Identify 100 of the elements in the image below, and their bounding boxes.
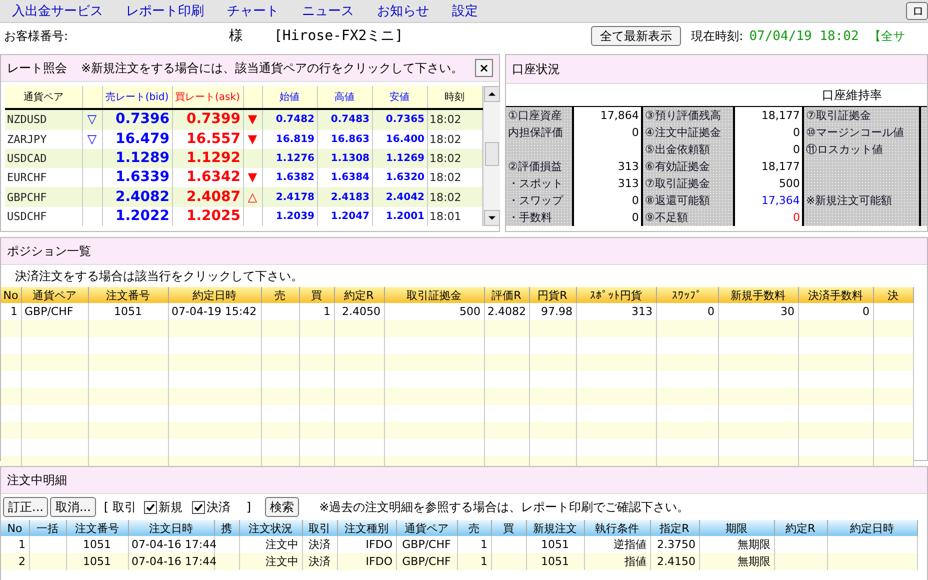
refresh-all-button[interactable]: 全て最新表示 <box>591 26 682 46</box>
scroll-down-icon[interactable] <box>484 210 500 226</box>
checkbox-label: 決済 <box>206 498 230 516</box>
pair-cell: GBPCHF <box>7 190 47 204</box>
arrow-cell: ▼ <box>248 112 258 126</box>
account-label: ※新規注文可能額 <box>806 194 892 207</box>
column-header: 売 <box>468 522 480 534</box>
column-header: ｽﾎﾟｯﾄ円貨 <box>590 288 642 302</box>
column-header: 新規手数料 <box>730 288 786 302</box>
account-value: 313 <box>618 177 639 190</box>
account-value: 313 <box>618 160 639 173</box>
table-cell: GBP/CHF <box>24 305 74 318</box>
table-cell: 1051 <box>541 538 569 551</box>
checkbox-label: 新規 <box>158 498 182 516</box>
table-cell: 07-04-16 17:44 <box>132 538 217 551</box>
column-header: 通貨ペア <box>32 288 76 302</box>
column-header: 新規注文 <box>533 522 577 534</box>
table-cell: 1 <box>480 555 488 568</box>
rate-cell: 0.7365 <box>386 114 424 126</box>
ask-cell: 1.2025 <box>186 208 240 224</box>
table-cell: IFDO <box>366 555 392 568</box>
account-value: 17,364 <box>761 194 800 207</box>
account-value: 0 <box>792 126 800 139</box>
table-cell: 1 <box>324 305 330 318</box>
table-cell: 1051 <box>114 305 142 318</box>
customer-label: お客様番号: <box>4 28 70 44</box>
section-title: ポジション一覧 <box>7 242 91 260</box>
bid-cell: 1.6339 <box>115 169 170 186</box>
table-cell: 2.3750 <box>657 538 696 551</box>
ask-cell: 2.4087 <box>186 188 240 205</box>
table-cell: 97.98 <box>541 305 572 318</box>
rate-cell: 1.1269 <box>386 153 424 164</box>
account-label: ⑨不足額 <box>644 211 688 224</box>
table-cell: 無期限 <box>738 538 770 551</box>
account-value: 18,177 <box>761 109 800 122</box>
account-value: 0 <box>632 126 639 139</box>
account-value: 17,864 <box>600 109 639 122</box>
menu-item[interactable]: お知らせ <box>377 2 429 20</box>
rate-cell: 1.1308 <box>330 153 370 164</box>
table-cell: 30 <box>780 305 794 318</box>
rate-cell: 2.4178 <box>276 192 314 203</box>
honorific-label: 様 <box>229 27 244 45</box>
rate-cell: 16.400 <box>386 134 424 145</box>
rate-cell: 1.1276 <box>276 153 314 164</box>
menu-item[interactable]: レポート印刷 <box>126 2 204 20</box>
column-header: 通貨ペア <box>23 92 64 104</box>
bid-cell: 1.2022 <box>115 208 170 224</box>
scroll-thumb[interactable] <box>484 142 498 166</box>
table-cell: 1051 <box>83 538 111 551</box>
table-cell: 無期限 <box>738 555 770 568</box>
column-header: ｽﾜｯﾌﾟ <box>672 288 702 302</box>
filter-label: [ 取引 <box>104 498 136 516</box>
time-cell: 18:01 <box>430 210 462 223</box>
rate-cell: 1.2047 <box>330 210 370 222</box>
search-button[interactable]: 検索 <box>265 497 300 517</box>
scroll-up-icon[interactable] <box>484 86 500 102</box>
table-cell: 決済 <box>308 538 330 551</box>
rate-cell: 1.2039 <box>276 210 314 222</box>
account-value: 18,177 <box>761 160 800 173</box>
menu-item[interactable]: チャート <box>227 2 279 20</box>
checkbox[interactable] <box>144 500 158 514</box>
rate-cell: 2.4042 <box>386 192 424 203</box>
column-header: 決 <box>888 288 898 302</box>
menu-item[interactable]: 入出金サービス <box>12 2 103 20</box>
account-label: 内担保評価 <box>508 126 563 139</box>
product-name: [Hirose-FX2ミニ] <box>274 27 404 45</box>
menu-item[interactable]: ニュース <box>302 2 354 20</box>
time-label: 現在時刻: <box>691 28 744 44</box>
table-cell: GBP/CHF <box>402 538 451 551</box>
table-cell: 逆指値 <box>614 538 646 551</box>
table-cell: 決済 <box>308 555 330 568</box>
scrollbar[interactable] <box>482 86 500 226</box>
menu-item[interactable]: 設定 <box>452 2 478 20</box>
column-header: 通貨ペア <box>404 522 448 534</box>
account-label: ①口座資産 <box>508 109 562 122</box>
toolbar-button[interactable]: 取消... <box>50 497 96 517</box>
bid-cell: 2.4082 <box>115 188 170 205</box>
bid-cell: 0.7396 <box>115 111 170 128</box>
column-header: 売レート(bid) <box>105 92 169 104</box>
column-header: 買レート(ask) <box>175 92 240 104</box>
toolbar-button[interactable]: 訂正... <box>3 497 48 517</box>
table-cell: 注文中 <box>266 555 298 568</box>
column-header: 注文番号 <box>106 288 150 302</box>
checkbox[interactable] <box>192 500 206 514</box>
account-label: ⑦取引証拠金 <box>644 177 710 190</box>
pair-cell: NZDUSD <box>7 113 47 126</box>
account-label: ・スポット <box>508 177 563 190</box>
account-value: 500 <box>778 177 800 190</box>
account-value: 0 <box>792 143 800 156</box>
account-label: ③預り評価残高 <box>644 109 721 122</box>
table-cell: IFDO <box>366 538 392 551</box>
time-cell: 18:02 <box>430 152 462 165</box>
table-cell: 指値 <box>624 555 646 568</box>
logout-button[interactable]: ロ <box>906 2 928 20</box>
table-cell: 2.4150 <box>657 555 696 568</box>
close-button[interactable]: × <box>475 59 493 77</box>
section-title: 注文中明細 <box>7 472 67 488</box>
account-label: ・スワップ <box>508 194 563 207</box>
column-header: 注文番号 <box>75 522 119 534</box>
column-header: 決済手数料 <box>808 288 863 302</box>
